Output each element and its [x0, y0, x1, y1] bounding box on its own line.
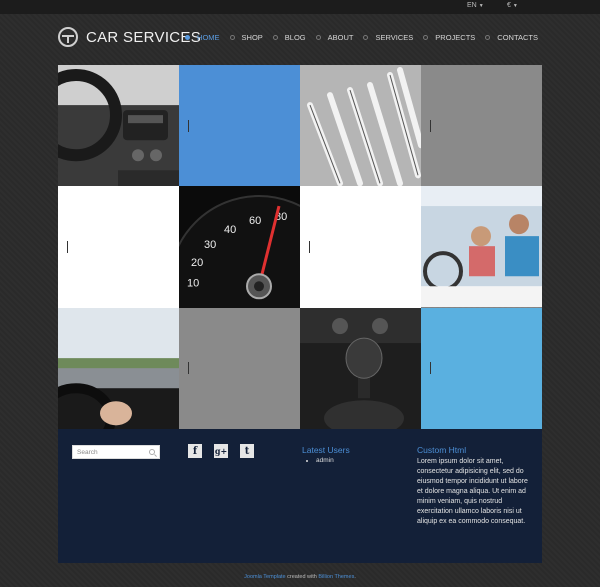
- gear-shift-photo[interactable]: [300, 307, 421, 429]
- grey-tile[interactable]: [421, 65, 542, 187]
- dashboard-photo[interactable]: [58, 65, 179, 187]
- svg-text:10: 10: [187, 278, 199, 290]
- svg-text:40: 40: [224, 224, 236, 236]
- credit-middle-text: created with: [285, 574, 319, 580]
- blue-tile[interactable]: [179, 65, 300, 187]
- bar-marker: [188, 362, 189, 375]
- search-placeholder: Search: [77, 448, 98, 456]
- user-name: admin: [316, 457, 334, 464]
- bullet-icon: [229, 35, 235, 40]
- steering-wheel-icon: [58, 27, 78, 47]
- custom-html-module: Custom Html Lorem ipsum dolor sit amet, …: [417, 445, 532, 527]
- wrenches-photo[interactable]: [300, 65, 421, 187]
- search-input[interactable]: Search: [72, 445, 160, 459]
- nav-label: SHOP: [241, 33, 263, 42]
- bullet-icon: [185, 35, 191, 40]
- nav-label: HOME: [197, 33, 220, 42]
- bullet-icon: [272, 35, 278, 40]
- nav-label: CONTACTS: [497, 33, 538, 42]
- caret-down-icon: ▼: [512, 3, 518, 9]
- facebook-icon[interactable]: f: [188, 444, 202, 458]
- nav-item-contacts[interactable]: CONTACTS: [485, 33, 538, 42]
- language-label: EN: [467, 2, 477, 9]
- drivers-photo[interactable]: [421, 186, 542, 308]
- currency-label: €: [507, 2, 511, 9]
- latest-users-module: Latest Users admin: [302, 445, 350, 464]
- road-photo[interactable]: [58, 307, 179, 429]
- credit-end-text: .: [354, 574, 356, 580]
- white-tile[interactable]: [300, 186, 421, 308]
- speedometer-photo[interactable]: 10 20 30 40 60 80: [179, 186, 300, 308]
- portfolio-grid: 10 20 30 40 60 80: [58, 65, 542, 429]
- bullet-icon: [423, 35, 429, 40]
- nav-label: BLOG: [284, 33, 306, 42]
- search-icon[interactable]: [149, 449, 155, 455]
- white-tile[interactable]: [58, 186, 179, 308]
- nav-item-shop[interactable]: SHOP: [229, 33, 263, 42]
- language-selector[interactable]: EN ▼: [467, 2, 484, 9]
- light-blue-tile[interactable]: [421, 307, 542, 429]
- bullet-icon: [485, 35, 491, 40]
- latest-user-item[interactable]: admin: [316, 457, 350, 464]
- tumblr-icon[interactable]: t: [240, 444, 254, 458]
- joomla-template-link[interactable]: Joomla Template: [244, 574, 285, 580]
- footer-panel: Search f g+ t Latest Users admin Custom …: [58, 429, 542, 563]
- nav-label: SERVICES: [375, 33, 414, 42]
- bar-marker: [309, 240, 310, 253]
- nav-item-projects[interactable]: PROJECTS: [423, 33, 475, 42]
- custom-html-title: Custom Html: [417, 445, 467, 455]
- bar-marker: [430, 119, 431, 132]
- caret-down-icon: ▼: [478, 3, 484, 9]
- google-plus-icon[interactable]: g+: [214, 444, 228, 458]
- svg-text:20: 20: [191, 258, 203, 270]
- grey-tile[interactable]: [179, 307, 300, 429]
- nav-label: PROJECTS: [435, 33, 476, 42]
- bullet-icon: [363, 35, 369, 40]
- currency-selector[interactable]: € ▼: [507, 2, 518, 9]
- social-links: f g+ t: [188, 444, 266, 458]
- billion-themes-link[interactable]: Billion Themes: [318, 574, 354, 580]
- bar-marker: [430, 362, 431, 375]
- main-nav: HOME SHOP BLOG ABOUT SERVICES PROJECTS C…: [175, 33, 538, 42]
- nav-item-services[interactable]: SERVICES: [363, 33, 413, 42]
- bullet-icon: [315, 35, 321, 40]
- bar-marker: [188, 119, 189, 132]
- bar-marker: [67, 240, 68, 253]
- nav-item-home[interactable]: HOME: [185, 33, 220, 42]
- latest-users-title: Latest Users: [302, 445, 350, 455]
- svg-text:30: 30: [204, 239, 216, 251]
- footer-credit: Joomla Template created with Billion The…: [0, 574, 600, 580]
- nav-item-blog[interactable]: BLOG: [272, 33, 306, 42]
- top-bar: EN ▼ € ▼: [0, 0, 600, 14]
- nav-label: ABOUT: [327, 33, 354, 42]
- svg-text:60: 60: [249, 215, 261, 227]
- nav-item-about[interactable]: ABOUT: [315, 33, 354, 42]
- custom-html-text: Lorem ipsum dolor sit amet, consectetur …: [417, 458, 528, 525]
